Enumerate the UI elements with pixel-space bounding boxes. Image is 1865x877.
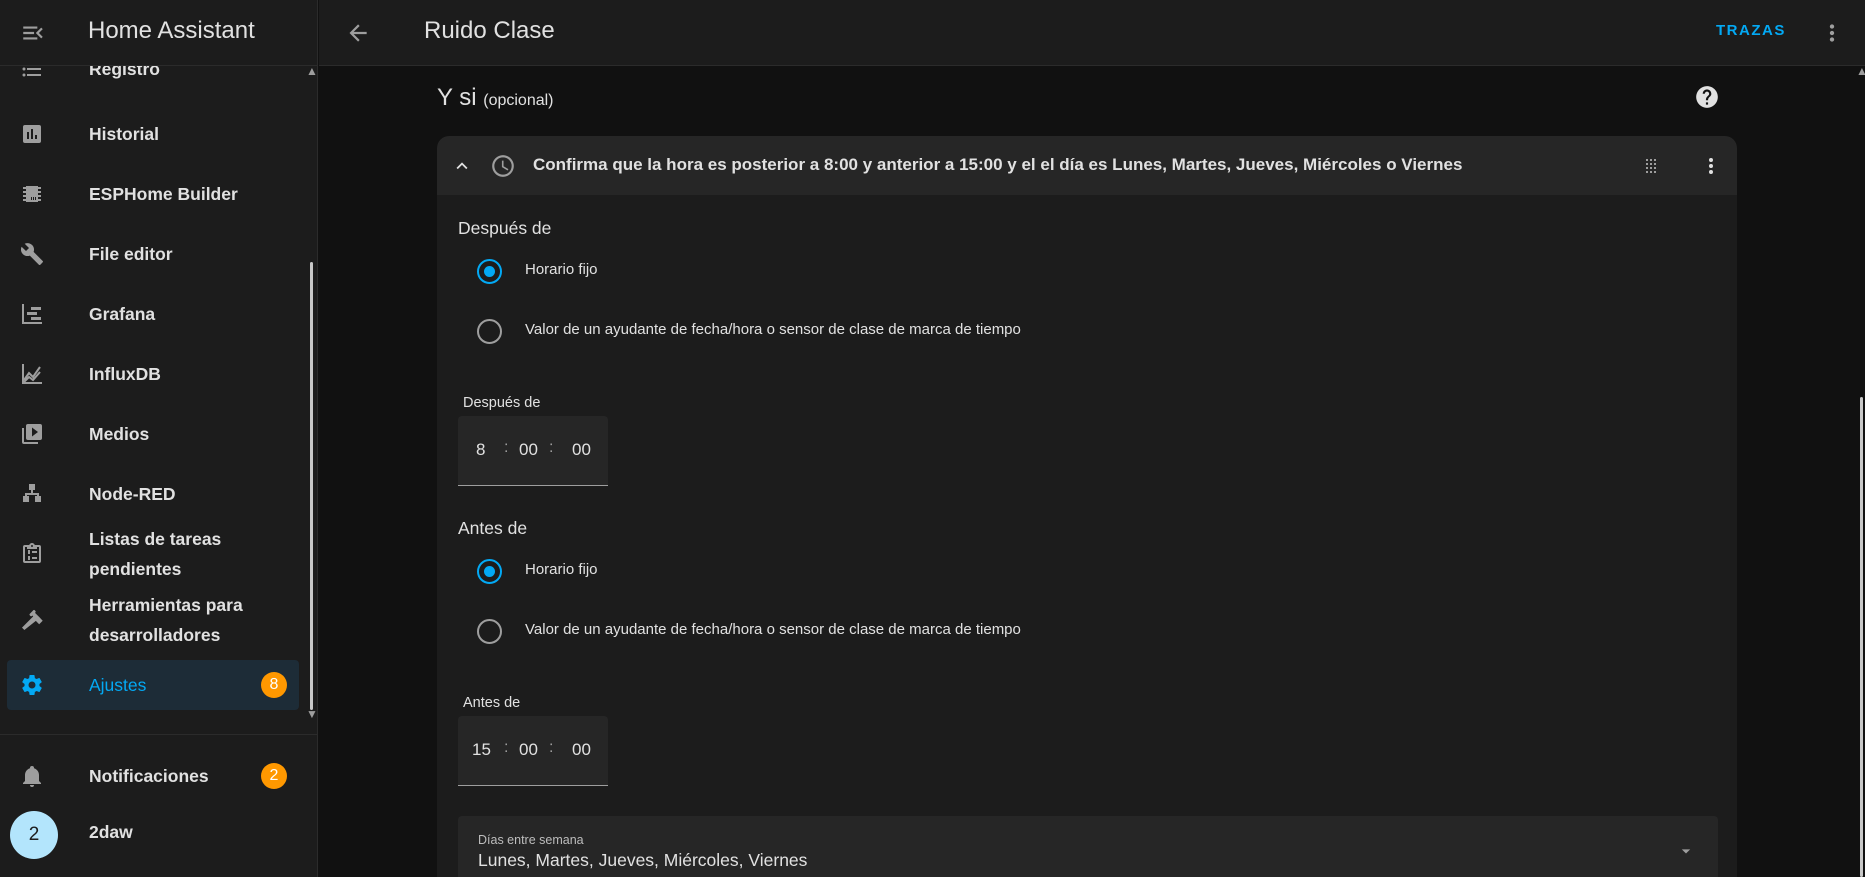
radio-label: Valor de un ayudante de fecha/hora o sen…	[525, 621, 1021, 638]
sidebar-item-label: Grafana	[89, 304, 156, 324]
sidebar-item-label: Ajustes	[89, 675, 147, 695]
before-time-input[interactable]: 15 : 00 : 00	[458, 716, 608, 786]
sitemap-icon	[20, 482, 44, 506]
radio-label: Valor de un ayudante de fecha/hora o sen…	[525, 321, 1021, 338]
drag-handle-icon[interactable]	[1639, 154, 1663, 178]
radio-label: Horario fijo	[525, 261, 598, 278]
more-vertical-icon[interactable]	[1819, 19, 1845, 47]
sidebar-item-file-editor[interactable]: File editor	[7, 229, 299, 279]
condition-card-header[interactable]: Confirma que la hora es posterior a 8:00…	[437, 136, 1737, 195]
avatar[interactable]: 2	[10, 811, 58, 859]
hours-field[interactable]: 15	[472, 740, 491, 760]
minutes-field[interactable]: 00	[519, 740, 538, 760]
hours-field[interactable]: 8	[476, 440, 485, 460]
arrow-left-icon[interactable]	[345, 20, 371, 46]
sidebar-divider	[0, 734, 318, 735]
minutes-field[interactable]: 00	[519, 440, 538, 460]
top-bar: Ruido Clase TRAZAS	[319, 0, 1865, 66]
menu-open-icon[interactable]	[20, 20, 46, 46]
time-separator: :	[504, 739, 509, 756]
before-radio-helper[interactable]: Valor de un ayudante de fecha/hora o sen…	[477, 611, 1477, 651]
sidebar-item-label: Notificaciones	[89, 766, 209, 786]
cog-icon	[20, 673, 44, 697]
sidebar-item-label: Historial	[89, 124, 160, 144]
radio-unselected[interactable]	[477, 619, 502, 644]
main-scroll-up-icon[interactable]: ▲	[1856, 64, 1865, 78]
radio-label: Horario fijo	[525, 561, 598, 578]
after-time-label: Después de	[463, 395, 541, 411]
sidebar-item-label: Registro	[89, 66, 160, 79]
traces-button[interactable]: TRAZAS	[1716, 22, 1786, 39]
sidebar-item-influxdb[interactable]: InfluxDB	[7, 349, 299, 399]
sidebar-item-label: Listas de tareas pendientes	[89, 529, 222, 579]
sidebar-scrollbar[interactable]	[310, 262, 313, 710]
after-radio-fixed[interactable]: Horario fijo	[477, 251, 1477, 291]
sidebar-item-esphome[interactable]: ESPHome Builder	[7, 169, 299, 219]
sidebar-item-ajustes[interactable]: Ajustes 8	[7, 660, 299, 710]
condition-card: Confirma que la hora es posterior a 8:00…	[437, 136, 1737, 877]
sidebar-item-label: InfluxDB	[89, 364, 161, 384]
sidebar-item-label: ESPHome Builder	[89, 184, 238, 204]
play-box-multiple-icon	[20, 422, 44, 446]
time-separator: :	[504, 439, 509, 456]
weekdays-select[interactable]: Días entre semana Lunes, Martes, Jueves,…	[458, 816, 1718, 877]
sidebar-item-tareas[interactable]: Listas de tareas pendientes	[7, 529, 299, 579]
sidebar-item-node-red[interactable]: Node-RED	[7, 469, 299, 519]
sidebar-item-medios[interactable]: Medios	[7, 409, 299, 459]
section-title-text: Y si	[437, 84, 477, 111]
app-title: Home Assistant	[88, 17, 255, 44]
clock-outline-icon	[490, 153, 516, 179]
sidebar-item-label: Node-RED	[89, 484, 176, 504]
settings-badge: 8	[261, 672, 287, 698]
sidebar-item-label: Medios	[89, 424, 150, 444]
user-name[interactable]: 2daw	[89, 822, 133, 843]
sidebar-item-registro[interactable]: Registro	[7, 66, 299, 94]
weekdays-label: Días entre semana	[478, 833, 584, 847]
sidebar-list: Registro Historial ESPHome Builder File …	[0, 66, 318, 732]
sidebar-item-grafana[interactable]: Grafana	[7, 289, 299, 339]
radio-selected[interactable]	[477, 559, 502, 584]
hammer-icon	[20, 608, 44, 632]
clipboard-list-icon	[20, 542, 44, 566]
menu-down-icon[interactable]	[1676, 841, 1696, 861]
sidebar-item-herramientas[interactable]: Herramientas para desarrolladores	[7, 589, 299, 651]
scroll-up-icon[interactable]: ▲	[306, 64, 318, 78]
chart-areaspline-icon	[20, 362, 44, 386]
sidebar-item-label: File editor	[89, 244, 173, 264]
section-optional: (opcional)	[483, 92, 554, 109]
after-time-input[interactable]: 8 : 00 : 00	[458, 416, 608, 486]
time-separator: :	[549, 739, 554, 756]
condition-summary: Confirma que la hora es posterior a 8:00…	[533, 155, 1463, 174]
sidebar-item-historial[interactable]: Historial	[7, 109, 299, 159]
chart-box-icon	[20, 122, 44, 146]
section-title: Y si (opcional)	[437, 84, 554, 112]
sidebar-item-label: Herramientas para desarrolladores	[89, 595, 243, 645]
weekdays-value: Lunes, Martes, Jueves, Miércoles, Vierne…	[478, 850, 808, 870]
seconds-field[interactable]: 00	[572, 440, 591, 460]
time-separator: :	[549, 439, 554, 456]
chip-icon	[20, 182, 44, 206]
sidebar-item-notificaciones[interactable]: Notificaciones 2	[7, 751, 299, 801]
after-group-label: Después de	[458, 218, 552, 238]
radio-unselected[interactable]	[477, 319, 502, 344]
scroll-down-icon[interactable]: ▼	[306, 707, 318, 721]
help-circle-icon[interactable]	[1694, 84, 1720, 110]
radio-selected[interactable]	[477, 259, 502, 284]
before-group-label: Antes de	[458, 518, 528, 538]
sidebar: Home Assistant Registro Historial ESPHom…	[0, 0, 318, 877]
page-title: Ruido Clase	[424, 17, 555, 44]
seconds-field[interactable]: 00	[572, 740, 591, 760]
sidebar-header: Home Assistant	[0, 0, 318, 66]
before-radio-fixed[interactable]: Horario fijo	[477, 551, 1477, 591]
main-scrollbar[interactable]	[1860, 397, 1863, 877]
notifications-badge: 2	[261, 763, 287, 789]
card-more-vertical-icon[interactable]	[1699, 152, 1723, 180]
format-list-bulleted-icon	[20, 66, 44, 81]
chevron-up-icon[interactable]	[451, 155, 473, 177]
after-radio-helper[interactable]: Valor de un ayudante de fecha/hora o sen…	[477, 311, 1477, 351]
chart-timeline-icon	[20, 302, 44, 326]
bell-icon	[20, 764, 44, 788]
before-time-label: Antes de	[463, 695, 521, 711]
wrench-icon	[20, 242, 44, 266]
